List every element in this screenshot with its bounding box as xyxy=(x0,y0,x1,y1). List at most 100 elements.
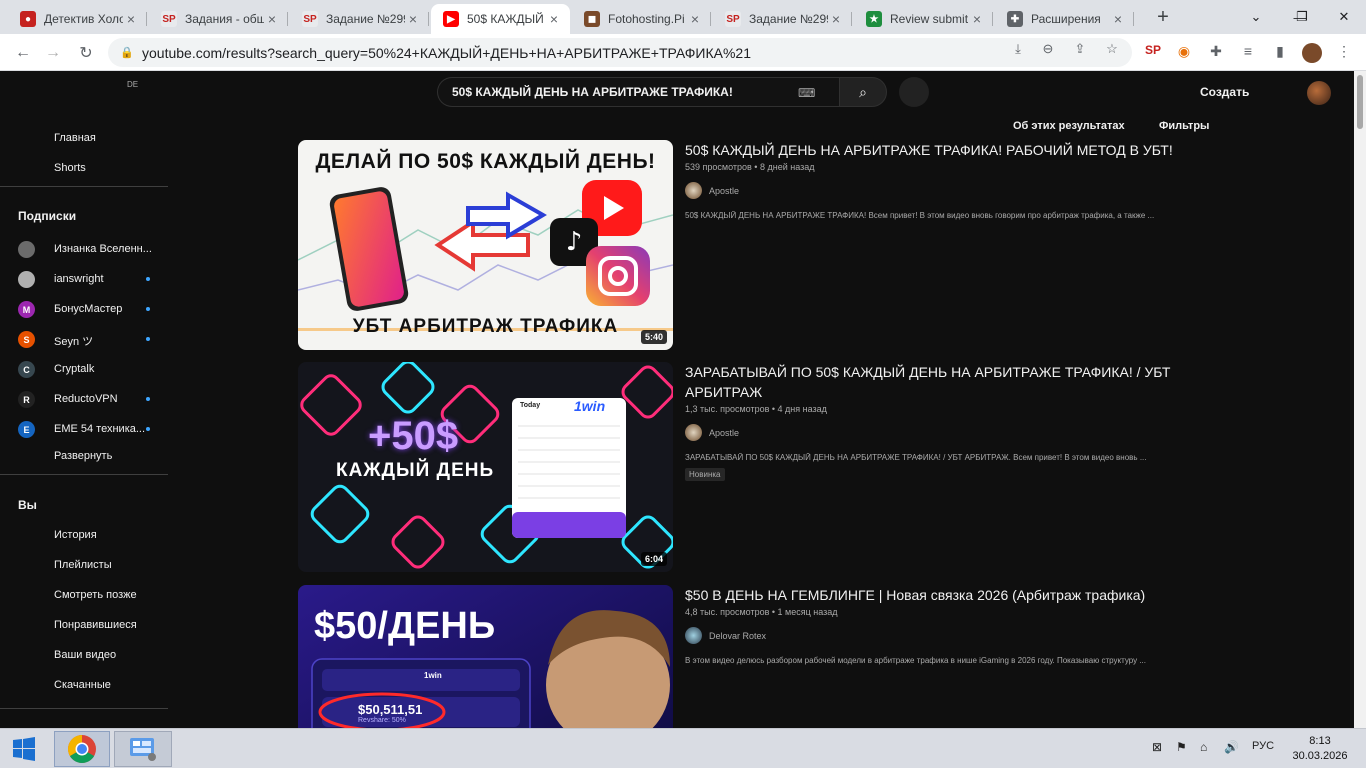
search-input[interactable]: 50$ КАЖДЫЙ ДЕНЬ НА АРБИТРАЖЕ ТРАФИКА! xyxy=(437,77,840,107)
search-input-value: 50$ КАЖДЫЙ ДЕНЬ НА АРБИТРАЖЕ ТРАФИКА! xyxy=(452,85,733,99)
subscription-item[interactable]: R ReductoVPN xyxy=(18,391,168,408)
media-control-icon[interactable]: ≡ xyxy=(1238,43,1258,63)
keyboard-icon[interactable]: ⌨ xyxy=(798,86,815,100)
account-avatar[interactable] xyxy=(1307,81,1331,105)
sidebar-item-history[interactable]: История xyxy=(54,529,97,541)
browser-tab[interactable]: ◼ Fotohosting.Pi × xyxy=(572,4,711,34)
video-title[interactable]: $50 В ДЕНЬ НА ГЕМБЛИНГЕ | Новая связка 2… xyxy=(685,585,1205,605)
tab-close-icon[interactable]: × xyxy=(1110,11,1126,27)
subscription-item[interactable]: M БонусМастер xyxy=(18,301,168,318)
video-description: В этом видео делюсь разбором рабочей мод… xyxy=(685,656,1146,665)
video-thumbnail[interactable]: $50/ДЕНЬ 1win $50,511,51 Revshare: 50% xyxy=(298,585,673,728)
windows-logo-icon xyxy=(13,737,35,761)
tab-close-icon[interactable]: × xyxy=(828,11,844,27)
you-heading[interactable]: Вы xyxy=(18,498,37,512)
subscription-item[interactable]: S Seyn ツ xyxy=(18,331,168,348)
language-indicator[interactable]: РУС xyxy=(1252,740,1274,752)
subscription-name: Изнанка Вселенн... xyxy=(54,243,152,255)
sp-extension-icon[interactable]: SP xyxy=(1143,43,1163,63)
tab-search-icon[interactable]: ⌄ xyxy=(1234,0,1278,34)
bookmark-star-icon[interactable]: ☆ xyxy=(1104,41,1120,57)
create-button[interactable]: Создать xyxy=(1200,85,1249,99)
channel-name[interactable]: Apostle xyxy=(709,186,739,196)
channel-avatar[interactable] xyxy=(685,627,702,644)
forward-arrow-icon[interactable]: → xyxy=(40,40,66,66)
subscription-item[interactable]: C Cryptalk xyxy=(18,361,168,378)
network-icon[interactable]: ⌂ xyxy=(1200,740,1207,754)
channel-avatar[interactable] xyxy=(685,424,702,441)
sidebar-item-your-videos[interactable]: Ваши видео xyxy=(54,649,116,661)
sidebar-item-watch-later[interactable]: Смотреть позже xyxy=(54,589,137,601)
subscription-item[interactable]: E EME 54 техника... xyxy=(18,421,168,438)
browser-tab[interactable]: ▶ 50$ КАЖДЫЙ Д× xyxy=(431,4,570,34)
browser-tab[interactable]: SP Задание №299 × xyxy=(290,4,429,34)
restore-button[interactable]: ❐ xyxy=(1280,0,1324,34)
install-app-icon[interactable]: ⤓ xyxy=(1010,41,1026,57)
side-panel-icon[interactable]: ▮ xyxy=(1270,43,1290,63)
flag-icon[interactable]: ⚑ xyxy=(1176,740,1187,754)
browser-tab[interactable]: SP Задания - общ × xyxy=(149,4,288,34)
lock-icon[interactable]: 🔒 xyxy=(120,46,134,59)
taskbar-chrome[interactable] xyxy=(54,731,110,767)
tab-close-icon[interactable]: × xyxy=(546,11,562,27)
address-bar[interactable]: 🔒 youtube.com/results?search_query=50%24… xyxy=(108,38,1132,67)
new-tab-button[interactable]: + xyxy=(1152,7,1174,29)
subscriptions-heading[interactable]: Подписки xyxy=(18,209,76,223)
tab-close-icon[interactable]: × xyxy=(264,11,280,27)
tab-separator xyxy=(146,12,147,26)
tab-close-icon[interactable]: × xyxy=(123,11,139,27)
channel-link[interactable]: Apostle xyxy=(685,424,1205,441)
video-title[interactable]: ЗАРАБАТЫВАЙ ПО 50$ КАЖДЫЙ ДЕНЬ НА АРБИТР… xyxy=(685,362,1205,402)
menu-dots-icon[interactable]: ⋮ xyxy=(1334,43,1354,63)
scrollbar-thumb[interactable] xyxy=(1357,75,1363,129)
system-clock[interactable]: 8:13 30.03.2026 xyxy=(1290,734,1350,764)
sidebar-item-shorts[interactable]: Shorts xyxy=(54,162,86,174)
close-window-button[interactable]: ✕ xyxy=(1322,0,1366,34)
browser-tab[interactable]: ✚ Расширения × xyxy=(995,4,1134,34)
subscription-item[interactable]: ianswright xyxy=(18,271,168,288)
video-title[interactable]: 50$ КАЖДЫЙ ДЕНЬ НА АРБИТРАЖЕ ТРАФИКА! РА… xyxy=(685,140,1205,160)
browser-tab[interactable]: SP Задание №299 × xyxy=(713,4,852,34)
zoom-icon[interactable]: ⊖ xyxy=(1040,41,1056,57)
subscription-item[interactable]: Изнанка Вселенн... xyxy=(18,241,168,258)
browser-tab[interactable]: ● Детектив Холо × xyxy=(8,4,147,34)
profile-avatar-icon[interactable] xyxy=(1302,43,1322,63)
thumbnail-amount: $50,511,51 xyxy=(358,702,423,717)
reload-icon[interactable]: ↻ xyxy=(73,40,99,66)
sidebar-expand-button[interactable]: Развернуть xyxy=(54,450,112,462)
sidebar-item-liked[interactable]: Понравившиеся xyxy=(54,619,137,631)
taskbar-control-panel[interactable] xyxy=(114,731,172,767)
tab-separator xyxy=(992,12,993,26)
voice-search-button[interactable] xyxy=(899,77,929,107)
channel-name[interactable]: Delovar Rotex xyxy=(709,631,766,641)
video-meta: ЗАРАБАТЫВАЙ ПО 50$ КАЖДЫЙ ДЕНЬ НА АРБИТР… xyxy=(685,362,1205,482)
channel-link[interactable]: Apostle xyxy=(685,182,1205,199)
sidebar-item-playlists[interactable]: Плейлисты xyxy=(54,559,112,571)
search-button[interactable]: ⌕ xyxy=(839,77,887,107)
compass-extension-icon[interactable]: ◉ xyxy=(1174,43,1194,63)
sidebar-divider xyxy=(0,186,168,187)
video-thumbnail[interactable]: +50$ КАЖДЫЙ ДЕНЬ Today 1win 6:04 xyxy=(298,362,673,572)
channel-avatar[interactable] xyxy=(685,182,702,199)
start-button[interactable] xyxy=(6,735,42,763)
tab-close-icon[interactable]: × xyxy=(405,11,421,27)
search-icon: ⌕ xyxy=(859,83,867,100)
tab-close-icon[interactable]: × xyxy=(969,11,985,27)
network-off-icon[interactable]: ⊠ xyxy=(1152,740,1162,754)
channel-name[interactable]: Apostle xyxy=(709,428,739,438)
video-thumbnail[interactable]: ♪ ДЕЛАЙ ПО 50$ КАЖДЫЙ ДЕНЬ! УБТ АРБИТРАЖ… xyxy=(298,140,673,350)
about-results-link[interactable]: Об этих результатах xyxy=(1013,120,1125,132)
filters-button[interactable]: Фильтры xyxy=(1159,120,1209,132)
tab-favicon-icon: ● xyxy=(20,11,36,27)
tab-title: Fotohosting.Pi xyxy=(608,12,685,26)
back-arrow-icon[interactable]: ← xyxy=(10,40,36,66)
volume-icon[interactable]: 🔊 xyxy=(1224,740,1239,754)
browser-tab[interactable]: ★ Review submit × xyxy=(854,4,993,34)
tab-close-icon[interactable]: × xyxy=(687,11,703,27)
page-scrollbar[interactable] xyxy=(1354,71,1366,728)
share-icon[interactable]: ⇪ xyxy=(1072,41,1088,57)
sidebar-item-downloads[interactable]: Скачанные xyxy=(54,679,111,691)
sidebar-item-home[interactable]: Главная xyxy=(54,132,96,144)
channel-link[interactable]: Delovar Rotex xyxy=(685,627,1205,644)
extensions-puzzle-icon[interactable]: ✚ xyxy=(1206,43,1226,63)
